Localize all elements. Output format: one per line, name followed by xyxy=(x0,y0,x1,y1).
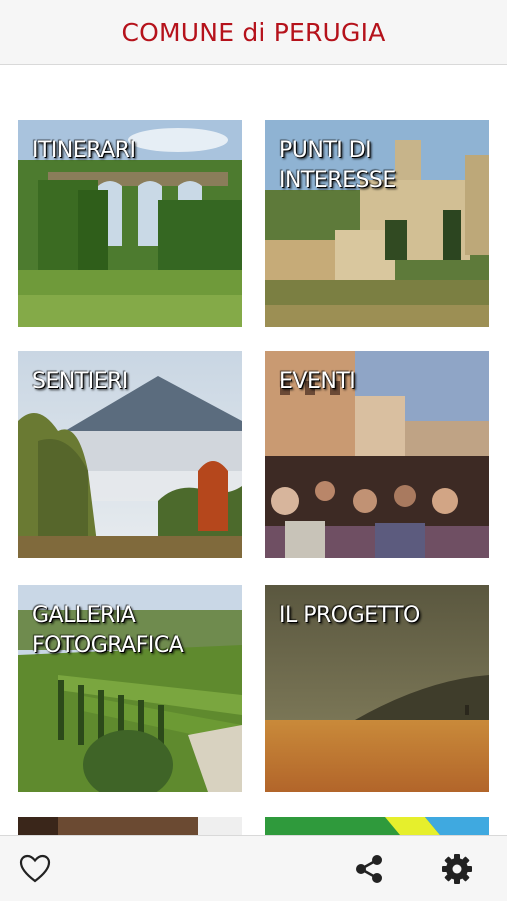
tile-partial-left[interactable] xyxy=(18,817,242,835)
partial-left-image xyxy=(18,817,242,835)
bottom-toolbar xyxy=(0,835,507,901)
tile-label-il-progetto: IL PROGETTO xyxy=(279,603,420,628)
partial-right-image xyxy=(265,817,489,835)
tile-label-punti-di-interesse: PUNTI DI INTERESSE xyxy=(279,138,396,193)
tile-sentieri[interactable]: SENTIERI xyxy=(18,351,242,558)
share-icon[interactable] xyxy=(352,852,386,886)
heart-icon[interactable] xyxy=(18,852,52,886)
tile-grid: ITINERARI PUNTI DI INTERESSE SENTIERI EV… xyxy=(0,65,507,835)
gear-icon[interactable] xyxy=(440,852,474,886)
tile-punti-di-interesse[interactable]: PUNTI DI INTERESSE xyxy=(265,120,489,327)
tile-il-progetto[interactable]: IL PROGETTO xyxy=(265,585,489,792)
tile-label-galleria-fotografica: GALLERIA FOTOGRAFICA xyxy=(32,603,184,658)
app-header: COMUNE di PERUGIA xyxy=(0,0,507,65)
tile-galleria-fotografica[interactable]: GALLERIA FOTOGRAFICA xyxy=(18,585,242,792)
tile-label-eventi: EVENTI xyxy=(279,369,356,394)
tile-label-sentieri: SENTIERI xyxy=(32,369,128,394)
tile-itinerari[interactable]: ITINERARI xyxy=(18,120,242,327)
page-title: COMUNE di PERUGIA xyxy=(121,17,386,47)
tile-partial-right[interactable] xyxy=(265,817,489,835)
tile-eventi[interactable]: EVENTI xyxy=(265,351,489,558)
tile-label-itinerari: ITINERARI xyxy=(32,138,136,163)
